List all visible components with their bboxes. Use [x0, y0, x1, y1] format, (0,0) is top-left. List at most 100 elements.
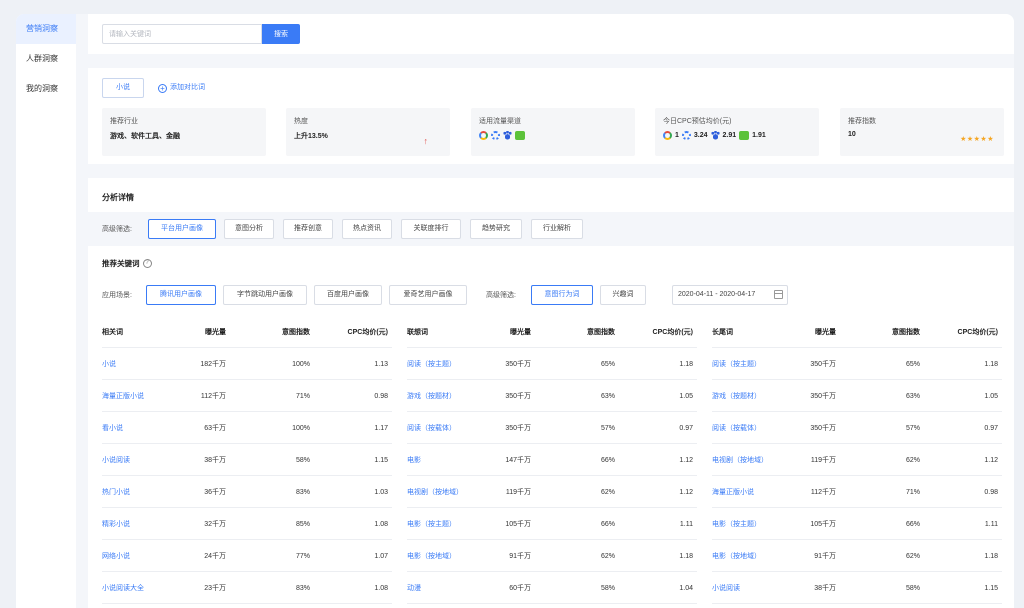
table-row: 电影 147千万 66% 1.12	[407, 444, 697, 476]
keyword-link[interactable]: 海量正版小说	[102, 380, 182, 412]
detail-title: 分析详情	[102, 193, 134, 202]
recommended-keywords-title: 推荐关键词 ?	[102, 258, 152, 269]
keyword-link[interactable]: 电影（按主题）	[712, 508, 792, 540]
intent-value: 100%	[292, 424, 310, 432]
keyword-link[interactable]: 海量正版小说	[712, 476, 792, 508]
exposure-value: 60千万	[509, 584, 531, 592]
keyword-link[interactable]: 小说	[102, 348, 182, 380]
intent-value: 62%	[905, 552, 920, 560]
add-compare-label: 添加对比词	[170, 84, 205, 91]
cpc-value: 1.18	[679, 552, 693, 560]
keyword-link[interactable]: 阅读（按载体）	[407, 412, 487, 444]
table-row: 精彩小说 32千万 85% 1.08	[102, 508, 392, 540]
keyword-link[interactable]: 精彩小说	[102, 508, 182, 540]
keyword-link[interactable]: 网络小说	[102, 540, 182, 572]
tab-relevance-rank[interactable]: 关联度排行	[401, 219, 461, 239]
exposure-value: 147千万	[505, 456, 531, 464]
table-row: 电影（按地域） 91千万 62% 1.18	[407, 540, 697, 572]
intent-value: 63%	[600, 392, 615, 400]
advanced-intent-words[interactable]: 意图行为词	[531, 285, 593, 305]
cpc-value: 1.12	[679, 488, 693, 496]
exposure-value: 350千万	[810, 392, 836, 400]
keyword-link[interactable]: 小说阅读	[712, 572, 792, 604]
overview-panel: 小说 + 添加对比词 推荐行业 游戏、软件工具、金融 热度 上升13.5% ↑ …	[88, 68, 1014, 164]
intent-value: 66%	[600, 520, 615, 528]
keyword-link[interactable]: 阅读（按主题）	[407, 348, 487, 380]
channel-gear-icon	[681, 131, 691, 140]
tab-industry-analysis[interactable]: 行业解析	[531, 219, 583, 239]
keyword-link[interactable]: 游戏（按题材）	[712, 380, 792, 412]
keyword-link[interactable]: 小说阅读	[102, 444, 182, 476]
col-intent: 意图指数	[282, 328, 310, 336]
intent-value: 100%	[292, 360, 310, 368]
exposure-value: 119千万	[810, 456, 836, 464]
scene-tencent-profile[interactable]: 腾讯用户画像	[146, 285, 216, 305]
exposure-value: 105千万	[505, 520, 531, 528]
keyword-link[interactable]: 电视剧（按地域）	[712, 444, 774, 476]
channel-green-icon	[515, 131, 525, 140]
intent-value: 58%	[905, 584, 920, 592]
sidebar-item-marketing-insight[interactable]: 营销洞察	[16, 14, 76, 44]
intent-value: 71%	[905, 488, 920, 496]
keyword-link[interactable]: 电视剧（按地域）	[407, 476, 469, 508]
channel-green-icon	[739, 131, 750, 140]
keyword-link[interactable]: 电影（按地域）	[712, 540, 792, 572]
table-row: 电视剧（按地域） 119千万 62% 1.12	[712, 444, 1002, 476]
table-row: 阅读（按主题） 350千万 65% 1.18	[407, 348, 697, 380]
table-header: 联想词 曝光量 意图指数 CPC均价(元)	[407, 316, 697, 348]
cpc-value: 0.98	[374, 392, 388, 400]
search-button[interactable]: 搜索	[262, 24, 300, 44]
search-input[interactable]	[102, 24, 262, 44]
table-row: 电影（按主题） 105千万 66% 1.11	[407, 508, 697, 540]
star-rating-icon: ★★★★★	[960, 136, 994, 143]
keyword-link[interactable]: 阅读（按载体）	[712, 412, 792, 444]
exposure-value: 38千万	[204, 456, 226, 464]
keyword-chip[interactable]: 小说	[102, 78, 144, 98]
keyword-link[interactable]: 电影	[407, 444, 487, 476]
keyword-link[interactable]: 看小说	[102, 412, 182, 444]
exposure-value: 91千万	[814, 552, 836, 560]
keyword-link[interactable]: 动漫	[407, 572, 487, 604]
col-exposure: 曝光量	[510, 328, 531, 336]
advanced-interest-words[interactable]: 兴趣词	[600, 285, 646, 305]
keyword-link[interactable]: 电影（按地域）	[407, 540, 487, 572]
cpc-value: 1.11	[984, 520, 998, 528]
keyword-link[interactable]: 阅读（按主题）	[712, 348, 792, 380]
tab-intent-analysis[interactable]: 意图分析	[224, 219, 274, 239]
keyword-link[interactable]: 热门小说	[102, 476, 182, 508]
tab-platform-profile[interactable]: 平台用户画像	[148, 219, 216, 239]
cpc-value: 1.15	[984, 584, 998, 592]
intent-value: 65%	[905, 360, 920, 368]
heat-card: 热度 上升13.5% ↑	[286, 108, 450, 156]
date-range-picker[interactable]: 2020-04-11 - 2020-04-17	[672, 285, 788, 305]
cpc-value: 1.12	[984, 456, 998, 464]
col-exposure: 曝光量	[205, 328, 226, 336]
sidebar-item-my-insight[interactable]: 我的洞察	[16, 74, 76, 104]
scene-baidu-profile[interactable]: 百度用户画像	[314, 285, 382, 305]
keyword-link[interactable]: 电影（按主题）	[407, 508, 487, 540]
channel-gear-icon	[491, 131, 500, 140]
tab-trend-research[interactable]: 趋势研究	[470, 219, 522, 239]
scene-bytedance-profile[interactable]: 字节跳动用户画像	[223, 285, 307, 305]
exposure-value: 112千万	[810, 488, 836, 496]
help-icon[interactable]: ?	[142, 259, 152, 268]
tab-recommended-creative[interactable]: 推荐创意	[283, 219, 333, 239]
intent-value: 83%	[295, 584, 310, 592]
exposure-value: 119千万	[505, 488, 531, 496]
table-row: 海量正版小说 112千万 71% 0.98	[102, 380, 392, 412]
cpc-value: 1.08	[374, 520, 388, 528]
keyword-link[interactable]: 游戏（按题材）	[407, 380, 487, 412]
intent-value: 66%	[600, 456, 615, 464]
date-range-value: 2020-04-11 - 2020-04-17	[678, 291, 756, 298]
keyword-link[interactable]: 小说阅读大全	[102, 572, 182, 604]
scene-iqiyi-profile[interactable]: 爱奇艺用户画像	[389, 285, 467, 305]
add-compare-button[interactable]: + 添加对比词	[158, 78, 205, 98]
cpc-value: 1.13	[374, 360, 388, 368]
col-intent: 意图指数	[587, 328, 615, 336]
associated-words-table: 联想词 曝光量 意图指数 CPC均价(元) 阅读（按主题） 350千万 65% 1.1…	[407, 316, 697, 608]
table-row: 小说 182千万 100% 1.13	[102, 348, 392, 380]
sidebar-item-audience-insight[interactable]: 人群洞察	[16, 44, 76, 74]
exposure-value: 350千万	[505, 360, 531, 368]
tab-hot-news[interactable]: 热点资讯	[342, 219, 392, 239]
app-frame: 营销洞察 人群洞察 我的洞察 搜索 小说 + 添加对比词 推荐行业 游戏、软件工…	[16, 14, 1014, 608]
